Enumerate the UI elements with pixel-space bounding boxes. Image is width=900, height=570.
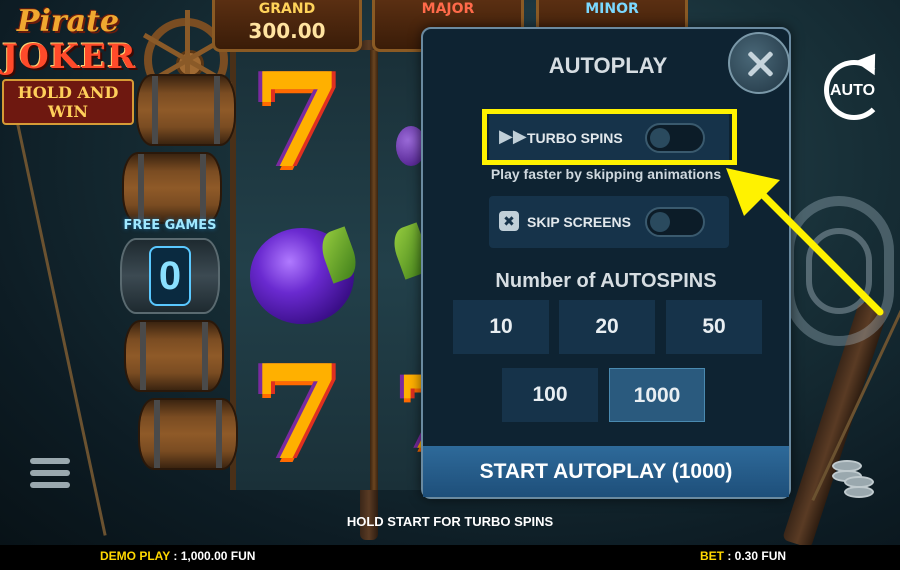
free-games-count: 0 [149, 246, 191, 306]
autospins-option-10[interactable]: 10 [453, 300, 549, 354]
auto-button[interactable]: AUTO [818, 46, 885, 126]
autospins-option-1000[interactable]: 1000 [609, 368, 705, 422]
bet-value: : 0.30 FUN [727, 549, 787, 563]
auto-label: AUTO [830, 82, 876, 99]
start-autoplay-button[interactable]: START AUTOPLAY (1000) [423, 446, 789, 497]
jackpot-grand-name: GRAND [258, 1, 316, 17]
logo-line-2: JOKER [2, 37, 137, 77]
barrel [124, 320, 224, 392]
turbo-highlight-box [482, 109, 737, 165]
skip-icon: ✖ [499, 211, 519, 231]
jackpot-grand: GRAND 300.00 [212, 0, 362, 52]
coins-icon[interactable] [832, 456, 876, 498]
demo-balance: DEMO PLAY : 1,000.00 FUN [100, 549, 255, 563]
seven-symbol: 7 [252, 336, 343, 489]
barrel [136, 74, 236, 146]
reel-divider [370, 50, 378, 490]
jackpot-major-name: MAJOR [421, 1, 475, 17]
skip-screens-option[interactable]: ✖ SKIP SCREENS [489, 196, 729, 248]
autospins-option-20[interactable]: 20 [559, 300, 655, 354]
skip-screens-toggle[interactable] [645, 207, 705, 237]
hold-start-hint: HOLD START FOR TURBO SPINS [346, 514, 554, 529]
menu-icon[interactable] [30, 458, 70, 494]
barrel [122, 152, 222, 224]
game-logo: Pirate JOKER HOLD AND WIN [2, 4, 137, 136]
skip-screens-label: SKIP SCREENS [527, 214, 631, 230]
demo-label: DEMO PLAY [100, 549, 171, 563]
jackpot-minor-name: MINOR [585, 1, 639, 17]
autospins-option-100[interactable]: 100 [502, 368, 598, 422]
barrel [138, 398, 238, 470]
bet-label: BET [700, 549, 724, 563]
logo-line-3: HOLD AND WIN [2, 79, 134, 125]
pointer-arrow-icon [726, 168, 884, 316]
demo-value: : 1,000.00 FUN [173, 549, 256, 563]
logo-line-1: Pirate [16, 4, 120, 39]
jackpot-grand-value: 300.00 [248, 19, 326, 43]
bet-display: BET : 0.30 FUN [700, 549, 786, 563]
seven-symbol: 7 [252, 44, 343, 197]
free-games-label: FREE GAMES [123, 218, 217, 233]
close-button[interactable] [728, 32, 790, 94]
